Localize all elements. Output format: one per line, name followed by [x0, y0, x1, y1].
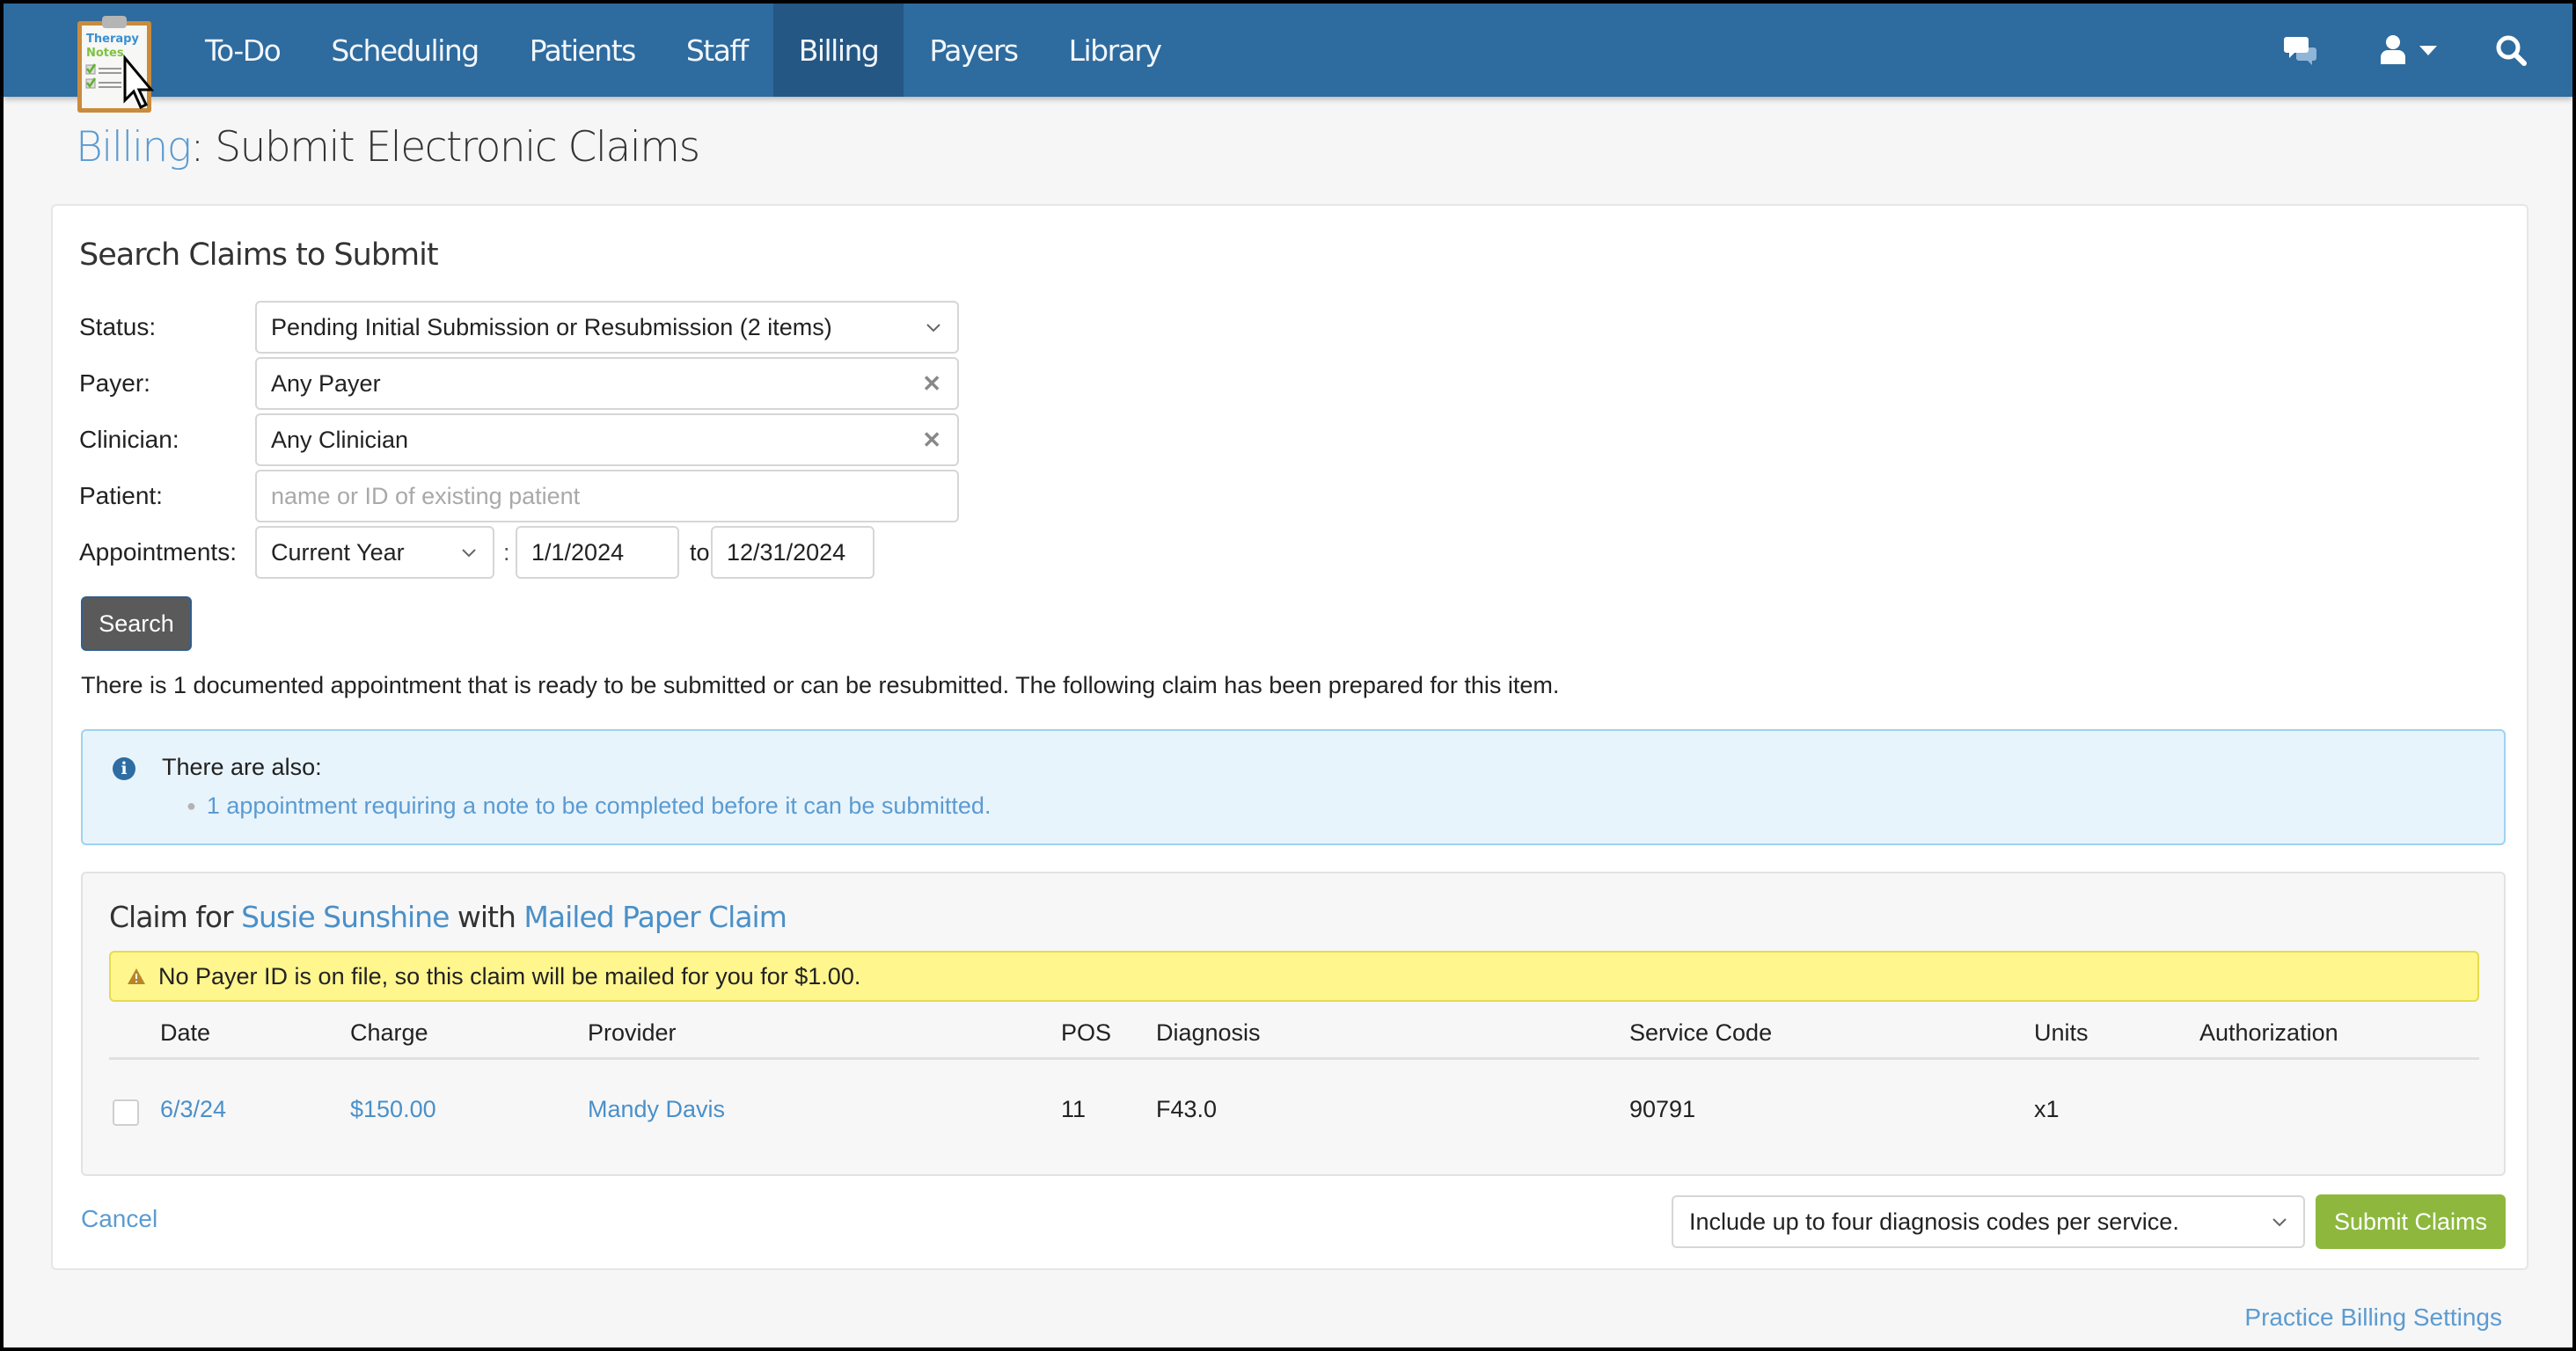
col-header-date: Date: [160, 1019, 211, 1046]
breadcrumb-billing[interactable]: Billing: [76, 123, 192, 172]
date-range-select[interactable]: Current Year: [255, 526, 494, 579]
claim-title: Claim for Susie Sunshine with Mailed Pap…: [109, 900, 787, 934]
end-date-input[interactable]: 12/31/2024: [711, 526, 875, 579]
chevron-down-icon: [2272, 1197, 2287, 1246]
payer-field[interactable]: Any Payer ✕: [255, 357, 959, 410]
nav-item-todo[interactable]: To-Do: [179, 4, 305, 97]
appointments-label: Appointments:: [79, 538, 237, 566]
clinician-field[interactable]: Any Clinician ✕: [255, 413, 959, 466]
nav-item-patients[interactable]: Patients: [504, 4, 661, 97]
info-list-item[interactable]: ● 1 appointment requiring a note to be c…: [187, 792, 991, 820]
payer-label: Payer:: [79, 369, 150, 397]
search-claims-panel: Search Claims to Submit Status: Pending …: [51, 204, 2528, 1270]
claim-units: x1: [2034, 1095, 2060, 1122]
messages-icon[interactable]: [2266, 4, 2337, 97]
top-navbar: To-Do Scheduling Patients Staff Billing …: [4, 4, 2572, 97]
col-header-units: Units: [2034, 1019, 2089, 1046]
clear-clinician-icon[interactable]: ✕: [922, 415, 941, 464]
status-value: Pending Initial Submission or Resubmissi…: [271, 313, 832, 340]
payer-link[interactable]: Mailed Paper Claim: [523, 900, 787, 934]
status-label: Status:: [79, 313, 157, 340]
nav-item-library[interactable]: Library: [1043, 4, 1187, 97]
date-range-value: Current Year: [271, 538, 405, 566]
claim-card: Claim for Susie Sunshine with Mailed Pap…: [81, 872, 2506, 1176]
appointments-row: Appointments: Current Year : 1/1/2024 to…: [79, 526, 875, 579]
chevron-down-icon: [461, 528, 477, 577]
therapynotes-logo[interactable]: Therapy Notes: [74, 12, 162, 114]
status-select[interactable]: Pending Initial Submission or Resubmissi…: [255, 301, 959, 354]
clear-payer-icon[interactable]: ✕: [922, 359, 941, 408]
patient-label: Patient:: [79, 482, 163, 509]
info-icon: i: [113, 757, 135, 780]
patient-row: Patient: name or ID of existing patient: [79, 470, 959, 522]
status-row: Status: Pending Initial Submission or Re…: [79, 301, 959, 354]
table-row: 6/3/24 $150.00 Mandy Davis 11 F43.0 9079…: [109, 1063, 2479, 1156]
claim-diagnosis: F43.0: [1156, 1095, 1218, 1122]
claim-prefix: Claim for: [109, 900, 242, 934]
claim-middle: with: [449, 900, 524, 934]
nav-item-scheduling[interactable]: Scheduling: [305, 4, 503, 97]
clinician-value: Any Clinician: [271, 426, 409, 453]
section-title: Search Claims to Submit: [79, 237, 439, 273]
info-title: There are also:: [162, 754, 322, 780]
claim-pos: 11: [1061, 1095, 1087, 1122]
start-date-value: 1/1/2024: [531, 538, 625, 566]
info-alert: i There are also: ● 1 appointment requir…: [81, 729, 2506, 845]
claim-charge-link[interactable]: $150.00: [350, 1063, 436, 1156]
claim-provider-link[interactable]: Mandy Davis: [588, 1063, 725, 1156]
patient-input[interactable]: name or ID of existing patient: [255, 470, 959, 522]
warning-text: No Payer ID is on file, so this claim wi…: [158, 962, 861, 990]
col-header-provider: Provider: [588, 1019, 677, 1046]
col-header-authorization: Authorization: [2199, 1019, 2338, 1046]
cancel-link[interactable]: Cancel: [81, 1205, 157, 1233]
payer-row: Payer: Any Payer ✕: [79, 357, 959, 410]
svg-text:Notes: Notes: [86, 47, 124, 60]
claim-date-link[interactable]: 6/3/24: [160, 1063, 226, 1156]
search-button[interactable]: Search: [81, 596, 192, 651]
caret-down-icon: [2419, 46, 2437, 55]
warning-icon: [128, 968, 145, 984]
end-date-value: 12/31/2024: [727, 538, 846, 566]
range-colon: :: [503, 538, 510, 566]
user-icon: [2381, 35, 2405, 64]
search-icon[interactable]: [2485, 4, 2537, 97]
patient-link[interactable]: Susie Sunshine: [241, 900, 450, 934]
pending-note-link[interactable]: 1 appointment requiring a note to be com…: [207, 792, 992, 820]
patient-placeholder: name or ID of existing patient: [271, 482, 581, 509]
col-header-pos: POS: [1061, 1019, 1112, 1046]
bullet-icon: ●: [187, 797, 196, 814]
results-summary: There is 1 documented appointment that i…: [81, 672, 1560, 698]
clinician-row: Clinician: Any Clinician ✕: [79, 413, 959, 466]
diagnosis-codes-value: Include up to four diagnosis codes per s…: [1689, 1208, 2179, 1235]
warning-alert: No Payer ID is on file, so this claim wi…: [109, 951, 2479, 1002]
col-header-diagnosis: Diagnosis: [1156, 1019, 1261, 1046]
svg-text:Therapy: Therapy: [86, 33, 139, 46]
submit-claims-button[interactable]: Submit Claims: [2316, 1194, 2506, 1249]
col-header-service-code: Service Code: [1629, 1019, 1773, 1046]
claim-table-header: Date Charge Provider POS Diagnosis Servi…: [109, 1016, 2479, 1060]
diagnosis-codes-select[interactable]: Include up to four diagnosis codes per s…: [1672, 1195, 2305, 1248]
clinician-label: Clinician:: [79, 426, 179, 453]
breadcrumb-separator: :: [190, 123, 205, 172]
page-heading: Submit Electronic Claims: [202, 123, 700, 172]
user-menu[interactable]: [2368, 4, 2448, 97]
app-window: To-Do Scheduling Patients Staff Billing …: [4, 4, 2572, 1347]
nav-utilities: [2266, 4, 2572, 97]
nav-item-billing[interactable]: Billing: [772, 4, 904, 97]
chevron-down-icon: [926, 303, 941, 352]
col-header-charge: Charge: [350, 1019, 428, 1046]
practice-billing-settings-link[interactable]: Practice Billing Settings: [2244, 1304, 2502, 1332]
claim-row-checkbox[interactable]: [113, 1099, 139, 1126]
to-label: to: [690, 538, 710, 566]
claim-service-code: 90791: [1629, 1095, 1696, 1122]
nav-item-staff[interactable]: Staff: [661, 4, 773, 97]
start-date-input[interactable]: 1/1/2024: [516, 526, 679, 579]
main-nav: To-Do Scheduling Patients Staff Billing …: [179, 4, 1187, 97]
page-title: Billing: Submit Electronic Claims: [76, 123, 700, 172]
nav-item-payers[interactable]: Payers: [904, 4, 1043, 97]
payer-value: Any Payer: [271, 369, 381, 397]
